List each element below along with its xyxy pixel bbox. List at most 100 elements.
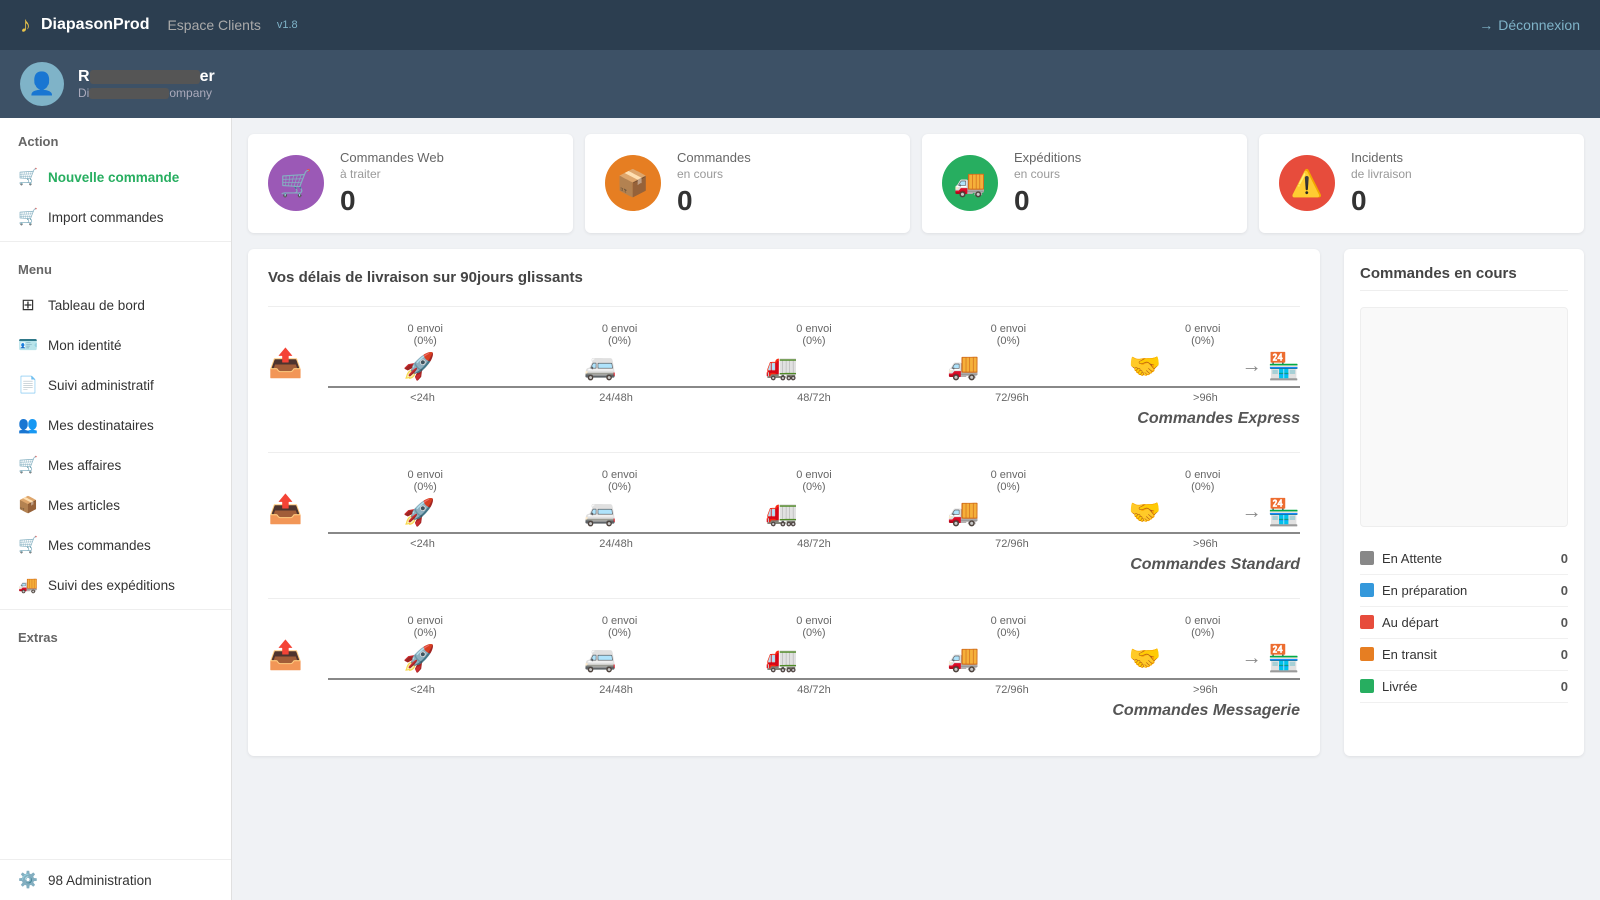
sidebar-item-mes-affaires[interactable]: 🛒 Mes affaires (0, 445, 231, 485)
status-text-au-depart: Au départ (1382, 615, 1438, 630)
sidebar-menu-title: Menu (0, 246, 231, 285)
stat-cards: 🛒 Commandes Web à traiter 0 📦 Commandes … (248, 134, 1584, 233)
step-vehicle-standard-3: 🚚 (947, 497, 979, 528)
sidebar-item-suivi-expeditions[interactable]: 🚚 Suivi des expéditions (0, 565, 231, 605)
timeline-standard: 📤 0 envoi(0%) 0 envoi(0%) 0 envoi(0%) 0 … (268, 469, 1300, 550)
tableau-de-bord-icon: ⊞ (18, 295, 38, 315)
status-count-au-depart: 0 (1561, 615, 1568, 630)
orders-panel: Commandes en cours En Attente 0 (1344, 249, 1584, 756)
timeline-content-messagerie: 0 envoi(0%) 0 envoi(0%) 0 envoi(0%) 0 en… (328, 615, 1300, 696)
label-standard-2: 48/72h (797, 538, 831, 550)
end-icon-express: 🏪 (1268, 351, 1300, 382)
labels-row-standard: <24h 24/48h 48/72h 72/96h >96h (328, 538, 1300, 550)
step-stat-msg-0: 0 envoi(0%) (407, 615, 442, 639)
status-label-livree: Livrée (1360, 679, 1417, 694)
sidebar-item-import-commandes[interactable]: 🛒 Import commandes (0, 197, 231, 237)
sidebar-item-label-identite: Mon identité (48, 338, 122, 353)
expeditions-label: Expéditions (1014, 150, 1227, 167)
incidents-label: Incidents (1351, 150, 1564, 167)
sidebar-item-suivi-administratif[interactable]: 📄 Suivi administratif (0, 365, 231, 405)
timeline-messagerie: 📤 0 envoi(0%) 0 envoi(0%) 0 envoi(0%) 0 … (268, 615, 1300, 696)
status-count-en-attente: 0 (1561, 551, 1568, 566)
mon-identite-icon: 🪪 (18, 335, 38, 355)
step-vehicle-standard-1: 🚐 (584, 497, 616, 528)
mes-affaires-icon: 🛒 (18, 455, 38, 475)
sidebar-item-label-administration: 98 Administration (48, 873, 152, 888)
timeline-start-icon-messagerie: 📤 (268, 639, 303, 672)
label-msg-0: <24h (410, 684, 435, 696)
sidebar-item-mes-destinataires[interactable]: 👥 Mes destinataires (0, 405, 231, 445)
label-msg-4: >96h (1193, 684, 1218, 696)
step-vehicle-express-4: 🤝 (1129, 351, 1161, 382)
sidebar-item-administration[interactable]: ⚙️ 98 Administration (0, 860, 231, 900)
sidebar-item-label-destinataires: Mes destinataires (48, 418, 154, 433)
delivery-title: Vos délais de livraison sur 90jours glis… (268, 269, 1300, 286)
commandes-web-value: 0 (340, 185, 553, 217)
status-dot-en-transit (1360, 647, 1374, 661)
step-stat-standard-3: 0 envoi(0%) (991, 469, 1026, 493)
stat-card-incidents: ⚠️ Incidents de livraison 0 (1259, 134, 1584, 233)
bottom-row: Vos délais de livraison sur 90jours glis… (248, 249, 1584, 756)
arrow-messagerie: → (1242, 647, 1262, 670)
stats-row-express: 0 envoi(0%) 0 envoi(0%) 0 envoi(0%) 0 en… (328, 323, 1300, 347)
labels-row-messagerie: <24h 24/48h 48/72h 72/96h >96h (328, 684, 1300, 696)
step-icon-express-4: 🤝 (1129, 351, 1161, 382)
arrow-express: → (1242, 355, 1262, 378)
status-label-en-attente: En Attente (1360, 551, 1442, 566)
step-vehicle-msg-4: 🤝 (1129, 643, 1161, 674)
step-vehicle-msg-1: 🚐 (584, 643, 616, 674)
status-text-livree: Livrée (1382, 679, 1417, 694)
step-stat-express-3: 0 envoi(0%) (991, 323, 1026, 347)
labels-row-express: <24h 24/48h 48/72h 72/96h >96h (328, 392, 1300, 404)
sidebar-item-mes-commandes[interactable]: 🛒 Mes commandes (0, 525, 231, 565)
timeline-start-icon-standard: 📤 (268, 493, 303, 526)
logout-arrow-icon: → (1479, 17, 1493, 33)
sidebar-item-tableau-de-bord[interactable]: ⊞ Tableau de bord (0, 285, 231, 325)
header-left: ♪ DiapasonProd Espace Clients v1.8 (20, 12, 298, 38)
app-layout: Action 🛒 Nouvelle commande 🛒 Import comm… (0, 118, 1600, 900)
commandes-web-sublabel: à traiter (340, 167, 553, 181)
icons-messagerie: 🚀 🚐 🚛 🚚 🤝 (328, 643, 1236, 674)
status-text-en-transit: En transit (1382, 647, 1437, 662)
delivery-row-standard: 📤 0 envoi(0%) 0 envoi(0%) 0 envoi(0%) 0 … (268, 452, 1300, 590)
label-msg-3: 72/96h (995, 684, 1029, 696)
sidebar-item-label-expeditions: Suivi des expéditions (48, 578, 175, 593)
delivery-row-messagerie: 📤 0 envoi(0%) 0 envoi(0%) 0 envoi(0%) 0 … (268, 598, 1300, 736)
sidebar-item-mes-articles[interactable]: 📦 Mes articles (0, 485, 231, 525)
label-express-0: <24h (410, 392, 435, 404)
end-icon-standard: 🏪 (1268, 497, 1300, 528)
sidebar-item-mon-identite[interactable]: 🪪 Mon identité (0, 325, 231, 365)
logout-button[interactable]: → Déconnexion (1479, 17, 1580, 33)
status-text-en-attente: En Attente (1382, 551, 1442, 566)
sidebar-item-nouvelle-commande[interactable]: 🛒 Nouvelle commande (0, 157, 231, 197)
status-count-en-preparation: 0 (1561, 583, 1568, 598)
step-vehicle-standard-4: 🤝 (1129, 497, 1161, 528)
sidebar-extras-title: Extras (0, 614, 231, 653)
step-vehicle-msg-0: 🚀 (403, 643, 435, 674)
step-vehicle-express-3: 🚚 (947, 351, 979, 382)
step-stat-standard-0: 0 envoi(0%) (407, 469, 442, 493)
status-livree: Livrée 0 (1360, 671, 1568, 703)
label-express-3: 72/96h (995, 392, 1029, 404)
mes-commandes-icon: 🛒 (18, 535, 38, 555)
user-bar: 👤 Rer Diompany (0, 50, 1600, 118)
label-standard-3: 72/96h (995, 538, 1029, 550)
stat-card-commandes-en-cours: 📦 Commandes en cours 0 (585, 134, 910, 233)
user-name-blur (90, 70, 200, 84)
label-standard-0: <24h (410, 538, 435, 550)
order-status-list: En Attente 0 En préparation 0 (1360, 543, 1568, 703)
import-commandes-icon: 🛒 (18, 207, 38, 227)
sidebar-item-label-commandes: Mes commandes (48, 538, 151, 553)
status-en-transit: En transit 0 (1360, 639, 1568, 671)
step-icon-express-0: 🚀 (403, 351, 435, 382)
stat-info-incidents: Incidents de livraison 0 (1351, 150, 1564, 217)
icon-row-express: 🚀 🚐 🚛 🚚 (328, 351, 1300, 382)
suivi-admin-icon: 📄 (18, 375, 38, 395)
app-space: Espace Clients (167, 17, 260, 33)
mes-destinataires-icon: 👥 (18, 415, 38, 435)
status-dot-au-depart (1360, 615, 1374, 629)
status-label-en-preparation: En préparation (1360, 583, 1467, 598)
app-name: DiapasonProd (41, 16, 149, 34)
step-icon-express-3: 🚚 (947, 351, 979, 382)
step-icon-express-1: 🚐 (584, 351, 616, 382)
